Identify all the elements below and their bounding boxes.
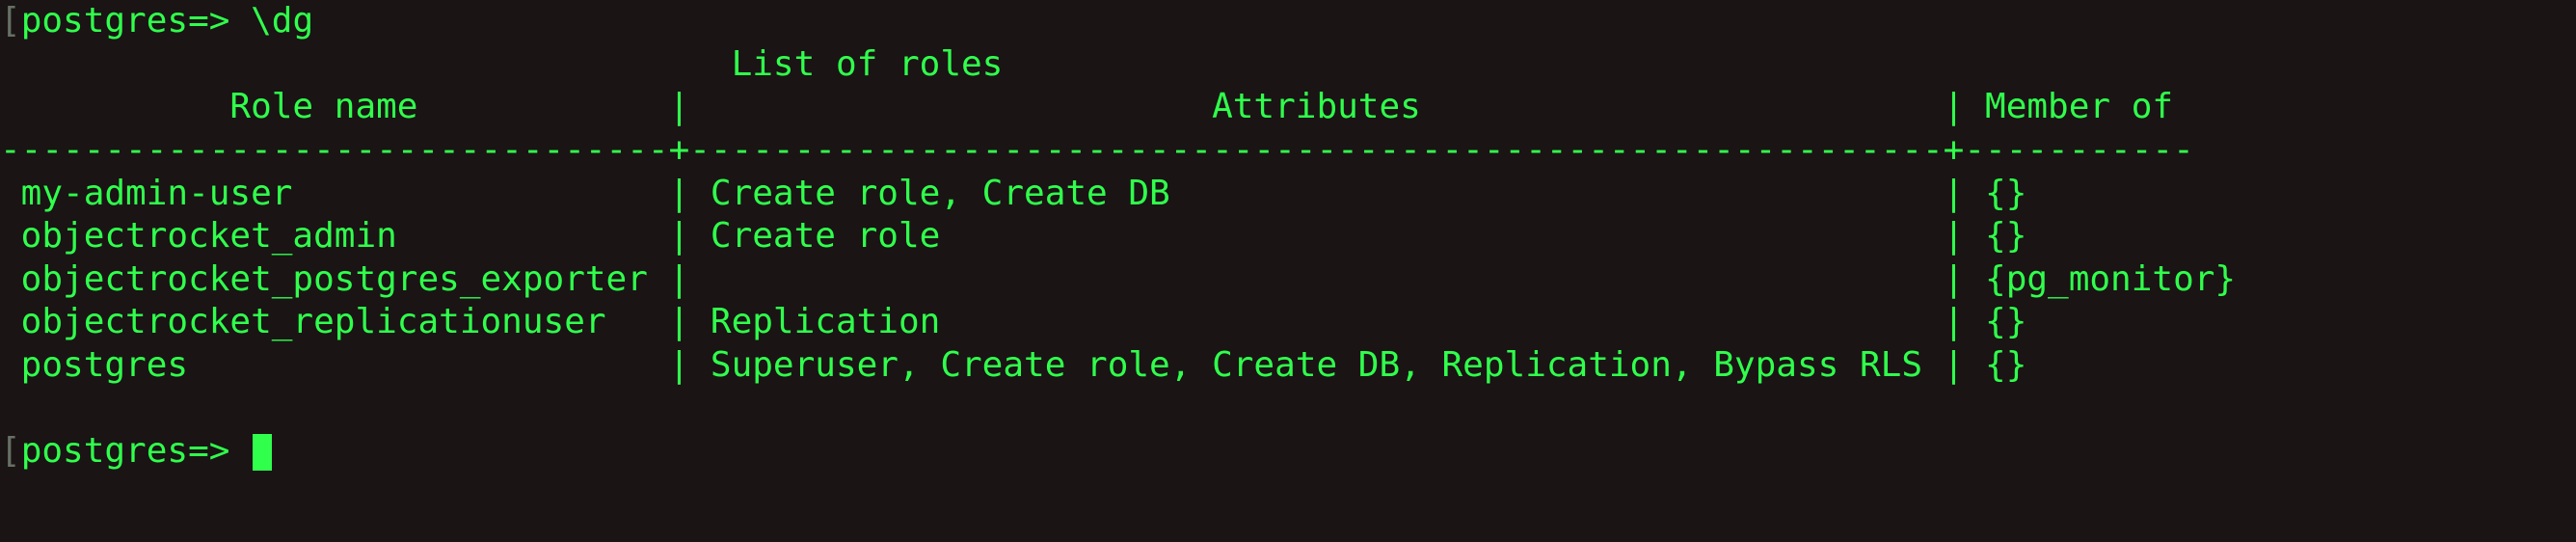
header-line: Role name | Attributes | Member of	[0, 87, 2173, 126]
divider-line: --------------------------------+-------…	[0, 130, 2194, 170]
title-line: List of roles	[0, 44, 1003, 84]
prompt-line-1: [postgres=> \dg	[0, 1, 313, 41]
table-row: objectrocket_postgres_exporter | | {pg_m…	[0, 259, 2236, 299]
prompt-line-2[interactable]: [postgres=>	[0, 431, 272, 471]
psql-prompt: postgres=>	[21, 1, 251, 41]
table-row: my-admin-user | Create role, Create DB |…	[0, 174, 2026, 213]
cursor-icon	[253, 434, 272, 471]
table-row: objectrocket_replicationuser | Replicati…	[0, 302, 2026, 341]
psql-prompt: postgres=>	[21, 431, 251, 471]
table-row: postgres | Superuser, Create role, Creat…	[0, 345, 2026, 385]
entered-command: \dg	[251, 1, 313, 41]
bracket-icon: [	[0, 1, 21, 41]
bracket-icon: [	[0, 431, 21, 471]
table-row: objectrocket_admin | Create role | {}	[0, 216, 2026, 256]
terminal-output[interactable]: [postgres=> \dg List of roles Role name …	[0, 0, 2576, 474]
